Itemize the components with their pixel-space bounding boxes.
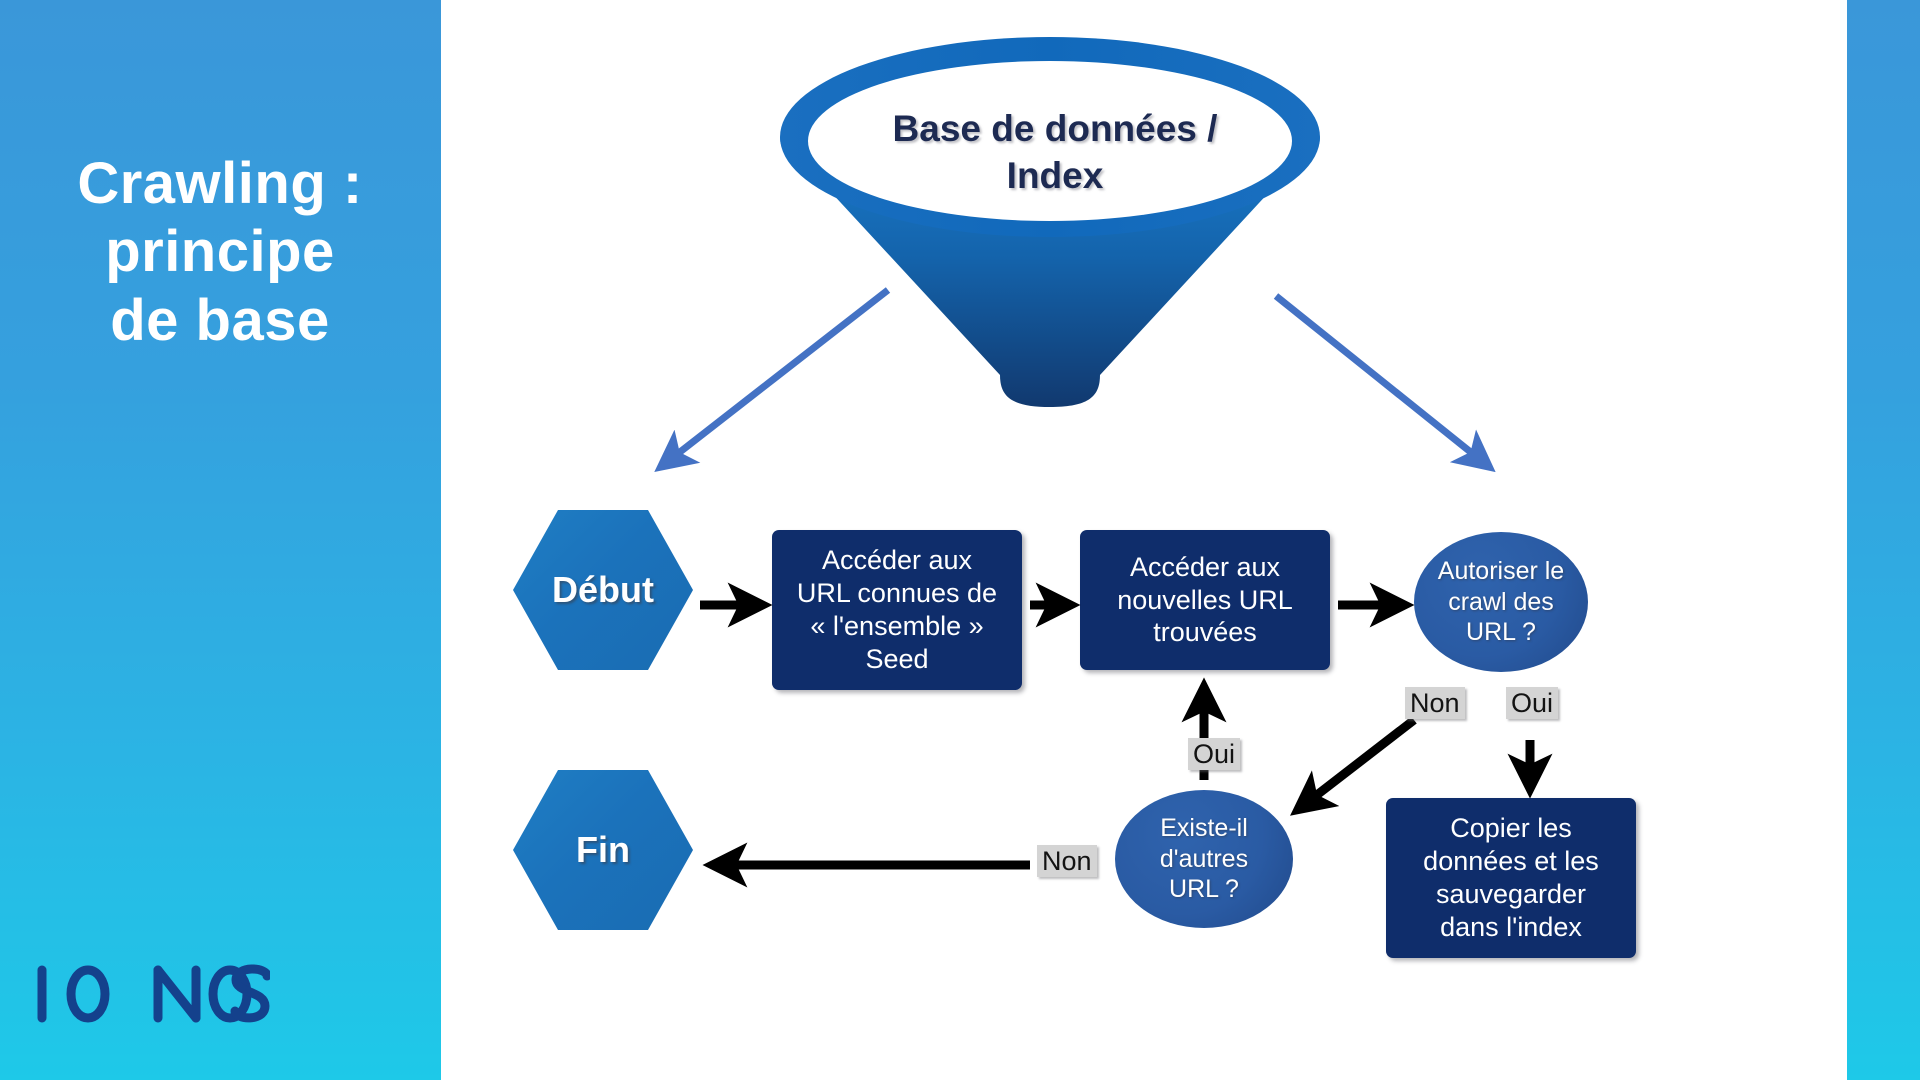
- edge-label-existe-non: Non: [1037, 845, 1097, 878]
- slide-canvas: Crawling : principe de base Base de donn…: [0, 0, 1920, 1080]
- edge-label-existe-oui: Oui: [1188, 738, 1241, 771]
- edge-label-autoriser-non: Non: [1405, 687, 1465, 720]
- funnel-label: Base de données / Index: [892, 108, 1218, 197]
- arrow-autoriser-non-to-existe: [1290, 716, 1417, 816]
- edge-label-autoriser-oui: Oui: [1506, 687, 1559, 720]
